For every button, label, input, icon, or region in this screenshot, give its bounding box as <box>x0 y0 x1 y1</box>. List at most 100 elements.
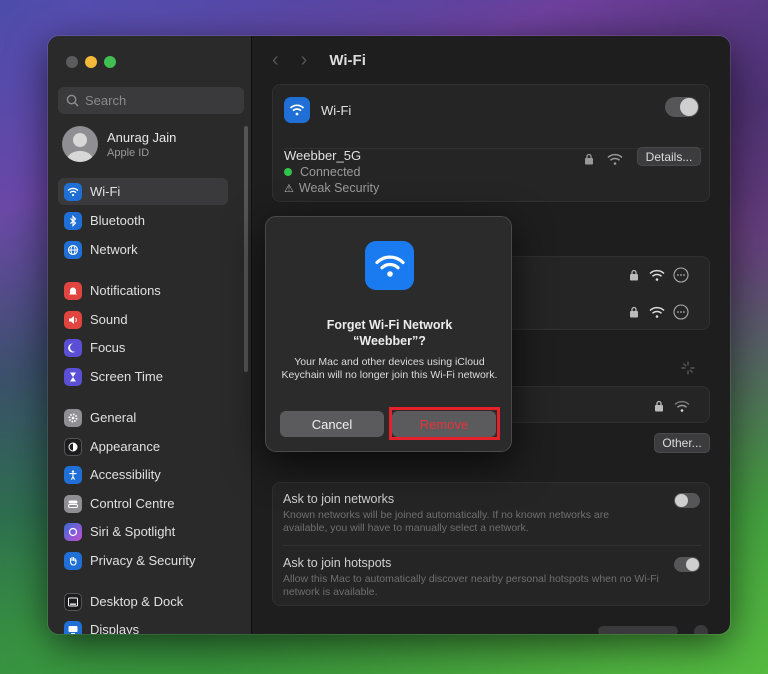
cancel-button[interactable]: Cancel <box>280 411 384 437</box>
apple-id-account[interactable]: Anurag Jain Apple ID <box>62 126 176 162</box>
sidebar-item-displays[interactable]: Displays <box>58 616 228 634</box>
bell-icon <box>64 281 82 300</box>
forward-button[interactable]: › <box>301 49 308 72</box>
accessibility-icon <box>64 465 82 484</box>
sidebar-item-accessibility[interactable]: Accessibility <box>58 461 228 488</box>
display-icon <box>64 620 82 634</box>
search-input[interactable] <box>85 93 235 108</box>
status-text: Connected <box>300 165 361 179</box>
sidebar-scrollbar[interactable] <box>244 126 248 372</box>
connection-status: Connected <box>284 165 360 179</box>
sidebar-item-focus[interactable]: Focus <box>58 334 228 361</box>
wifi-signal-icon <box>649 269 665 281</box>
sidebar-item-sound[interactable]: Sound <box>58 306 228 333</box>
control-centre-icon <box>64 494 82 513</box>
sidebar-item-bluetooth[interactable]: Bluetooth <box>58 207 228 234</box>
ask-join-networks-title: Ask to join networks <box>283 492 395 506</box>
connected-network-name: Weebber_5G <box>284 148 362 163</box>
wifi-signal-icon <box>607 153 623 165</box>
wifi-signal-icon <box>674 400 690 412</box>
sidebar-item-control-centre[interactable]: Control Centre <box>58 490 228 517</box>
account-subtitle: Apple ID <box>107 146 150 159</box>
dialog-message: Your Mac and other devices using iCloud … <box>281 356 498 381</box>
hourglass-icon <box>64 367 82 386</box>
wifi-header: Wi-Fi <box>284 97 351 123</box>
ask-join-hotspots-title: Ask to join hotspots <box>283 556 392 570</box>
sidebar-item-label: Bluetooth <box>90 213 145 228</box>
sidebar-item-label: Privacy & Security <box>90 553 196 568</box>
hand-icon <box>64 551 82 570</box>
lock-icon <box>630 269 638 281</box>
dock-icon <box>64 592 82 611</box>
sidebar-item-label: Accessibility <box>90 467 161 482</box>
advanced-button[interactable] <box>598 626 678 634</box>
sidebar-item-network[interactable]: Network <box>58 236 228 263</box>
dialog-title: Forget Wi-Fi Network “Weebber”? <box>276 317 503 349</box>
sidebar-item-privacy-security[interactable]: Privacy & Security <box>58 547 228 574</box>
page-title: Wi-Fi <box>329 51 366 69</box>
dialog-title-network: “Weebber”? <box>353 334 426 348</box>
speaker-icon <box>64 310 82 329</box>
gear-icon <box>64 408 82 427</box>
ask-join-hotspots-toggle[interactable] <box>674 557 700 572</box>
connected-dot-icon <box>284 168 292 176</box>
minimize-window-button[interactable] <box>85 56 97 68</box>
account-name: Anurag Jain <box>107 129 177 145</box>
loading-spinner-icon <box>681 361 695 375</box>
maximize-window-button[interactable] <box>104 56 116 68</box>
details-button[interactable]: Details... <box>637 147 701 166</box>
more-options-icon[interactable] <box>673 267 689 283</box>
warning-text: Weak Security <box>298 181 380 195</box>
help-button[interactable] <box>694 625 708 634</box>
wifi-icon <box>365 241 414 290</box>
wifi-icon <box>64 182 82 201</box>
lock-icon <box>655 400 663 412</box>
sidebar-item-label: Siri & Spotlight <box>90 524 176 539</box>
ask-join-networks-toggle[interactable] <box>674 493 700 508</box>
siri-icon <box>64 522 82 541</box>
traffic-lights <box>66 56 116 68</box>
wifi-toggle[interactable] <box>665 97 699 117</box>
security-warning: ⚠ Weak Security <box>284 181 379 195</box>
sidebar-item-label: Desktop & Dock <box>90 594 184 609</box>
warning-icon: ⚠ <box>284 182 294 195</box>
remove-button-highlight <box>389 407 500 440</box>
ask-join-hotspots-description: Allow this Mac to automatically discover… <box>283 573 659 598</box>
other-network-button[interactable]: Other... <box>654 433 710 453</box>
sidebar-item-label: Displays <box>90 622 140 634</box>
sidebar-item-label: Screen Time <box>90 369 163 384</box>
bluetooth-icon <box>64 211 82 230</box>
join-settings-card: Ask to join networks Known networks will… <box>272 482 710 606</box>
wifi-card: Wi-Fi Weebber_5G Connected ⚠ Weak Securi… <box>272 84 710 202</box>
sidebar-search[interactable] <box>58 87 244 114</box>
lock-icon <box>630 306 638 318</box>
sidebar: Anurag Jain Apple ID Wi-Fi Bluetooth Net… <box>48 36 252 634</box>
more-options-icon[interactable] <box>673 304 689 320</box>
sidebar-item-label: Control Centre <box>90 496 175 511</box>
dialog-title-line: Forget Wi-Fi Network <box>326 318 453 332</box>
sidebar-item-label: General <box>90 410 137 425</box>
toolbar: ‹ › Wi-Fi <box>252 36 730 84</box>
appearance-icon <box>64 437 82 456</box>
sidebar-item-label: Notifications <box>90 283 161 298</box>
sidebar-item-label: Sound <box>90 312 128 327</box>
divider <box>283 545 701 546</box>
sidebar-item-general[interactable]: General <box>58 404 228 431</box>
sidebar-item-label: Focus <box>90 340 126 355</box>
wifi-label: Wi-Fi <box>321 102 352 118</box>
sidebar-item-appearance[interactable]: Appearance <box>58 433 228 460</box>
sidebar-item-label: Appearance <box>90 439 161 454</box>
ask-join-networks-description: Known networks will be joined automatica… <box>283 509 610 534</box>
sidebar-item-label: Network <box>90 242 138 257</box>
sidebar-item-label: Wi-Fi <box>90 184 121 199</box>
sidebar-item-notifications[interactable]: Notifications <box>58 277 228 304</box>
close-window-button[interactable] <box>66 56 78 68</box>
sidebar-item-screen-time[interactable]: Screen Time <box>58 363 228 390</box>
sidebar-item-wifi[interactable]: Wi-Fi <box>58 178 228 205</box>
sidebar-item-desktop-dock[interactable]: Desktop & Dock <box>58 588 228 615</box>
avatar <box>62 126 98 162</box>
wifi-icon <box>284 97 310 123</box>
back-button[interactable]: ‹ <box>272 49 279 72</box>
sidebar-item-siri-spotlight[interactable]: Siri & Spotlight <box>58 518 228 545</box>
person-icon <box>67 133 93 162</box>
